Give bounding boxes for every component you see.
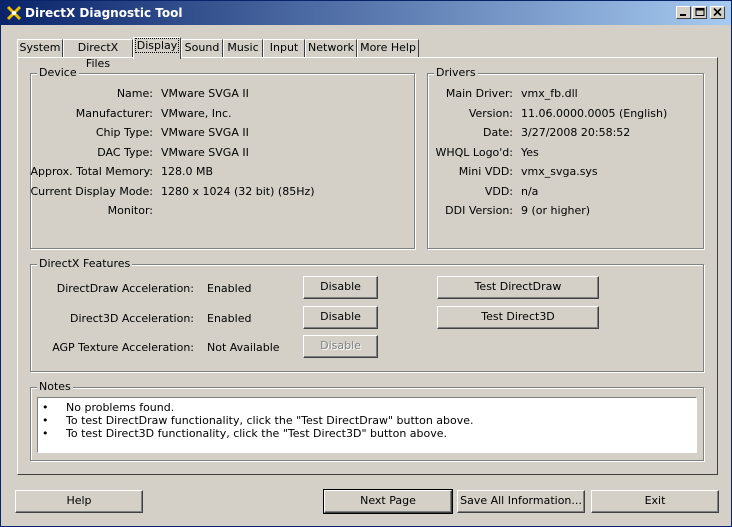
device-display-mode-value: 1280 x 1024 (32 bit) (85Hz) (161, 185, 315, 198)
note-text: To test DirectDraw functionality, click … (66, 414, 474, 427)
device-manufacturer-value: VMware, Inc. (161, 107, 232, 120)
tab-input[interactable]: Input (263, 39, 305, 57)
minimize-button[interactable] (676, 6, 691, 19)
notes-title: Notes (37, 380, 73, 393)
device-name-value: VMware SVGA II (161, 87, 249, 100)
directx-diagnostic-window: DirectX Diagnostic Tool System DirectX F… (0, 0, 732, 527)
bullet-icon: • (42, 427, 49, 440)
vdd-label: VDD: (484, 185, 513, 198)
device-manufacturer-label: Manufacturer: (75, 107, 153, 120)
driver-date-value: 3/27/2008 20:58:52 (521, 126, 631, 139)
tab-more-help[interactable]: More Help (357, 39, 419, 57)
tab-directx-files[interactable]: DirectX Files (63, 39, 133, 70)
test-direct3d-button[interactable]: Test Direct3D (437, 306, 599, 329)
main-driver-value: vmx_fb.dll (521, 87, 578, 100)
tab-display[interactable]: Display (133, 37, 181, 59)
bullet-icon: • (42, 401, 49, 414)
window-title: DirectX Diagnostic Tool (25, 6, 183, 20)
driver-version-label: Version: (468, 107, 513, 120)
device-chip-type-value: VMware SVGA II (161, 126, 249, 139)
tab-sound[interactable]: Sound (181, 39, 223, 57)
device-memory-label: Approx. Total Memory: (30, 165, 154, 178)
directdraw-acceleration-value: Enabled (207, 282, 252, 295)
note-text: No problems found. (66, 401, 175, 414)
vdd-value: n/a (521, 185, 539, 198)
device-monitor-label: Monitor: (107, 204, 153, 217)
notes-list[interactable]: • No problems found. • To test DirectDra… (37, 397, 697, 453)
disable-agp-button: Disable (303, 335, 378, 358)
whql-value: Yes (521, 146, 539, 159)
device-dac-type-value: VMware SVGA II (161, 146, 249, 159)
close-icon (713, 8, 722, 17)
mini-vdd-label: Mini VDD: (458, 165, 513, 178)
close-button[interactable] (710, 6, 725, 19)
device-group-title: Device (37, 66, 79, 79)
help-button[interactable]: Help (15, 490, 143, 513)
agp-texture-acceleration-label: AGP Texture Acceleration: (52, 341, 194, 354)
maximize-icon (695, 8, 705, 16)
ddi-version-label: DDI Version: (445, 204, 513, 217)
whql-label: WHQL Logo'd: (435, 146, 513, 159)
main-driver-label: Main Driver: (445, 87, 513, 100)
bullet-icon: • (42, 414, 49, 427)
drivers-group-title: Drivers (434, 66, 478, 79)
device-display-mode-label: Current Display Mode: (30, 185, 153, 198)
direct3d-acceleration-label: Direct3D Acceleration: (70, 312, 194, 325)
disable-direct3d-button[interactable]: Disable (303, 306, 378, 329)
note-text: To test Direct3D functionality, click th… (66, 427, 448, 440)
agp-texture-acceleration-value: Not Available (207, 341, 280, 354)
next-page-button[interactable]: Next Page (323, 489, 453, 514)
mini-vdd-value: vmx_svga.sys (521, 165, 598, 178)
test-directdraw-button[interactable]: Test DirectDraw (437, 276, 599, 299)
tab-music[interactable]: Music (223, 39, 263, 57)
directx-logo-icon (6, 5, 22, 21)
title-bar[interactable]: DirectX Diagnostic Tool (1, 1, 731, 25)
save-all-information-button[interactable]: Save All Information... (457, 490, 585, 513)
direct3d-acceleration-value: Enabled (207, 312, 252, 325)
driver-version-value: 11.06.0000.0005 (English) (521, 107, 668, 120)
tab-system[interactable]: System (17, 39, 63, 57)
device-name-label: Name: (116, 87, 153, 100)
directx-features-title: DirectX Features (37, 257, 133, 270)
driver-date-label: Date: (483, 126, 513, 139)
device-memory-value: 128.0 MB (161, 165, 214, 178)
minimize-icon (680, 14, 686, 16)
disable-directdraw-button[interactable]: Disable (303, 276, 378, 299)
maximize-button[interactable] (692, 6, 707, 19)
directdraw-acceleration-label: DirectDraw Acceleration: (56, 282, 194, 295)
device-dac-type-label: DAC Type: (97, 146, 153, 159)
exit-button[interactable]: Exit (591, 490, 719, 513)
tab-network[interactable]: Network (305, 39, 357, 57)
ddi-version-value: 9 (or higher) (521, 204, 591, 217)
device-chip-type-label: Chip Type: (95, 126, 153, 139)
